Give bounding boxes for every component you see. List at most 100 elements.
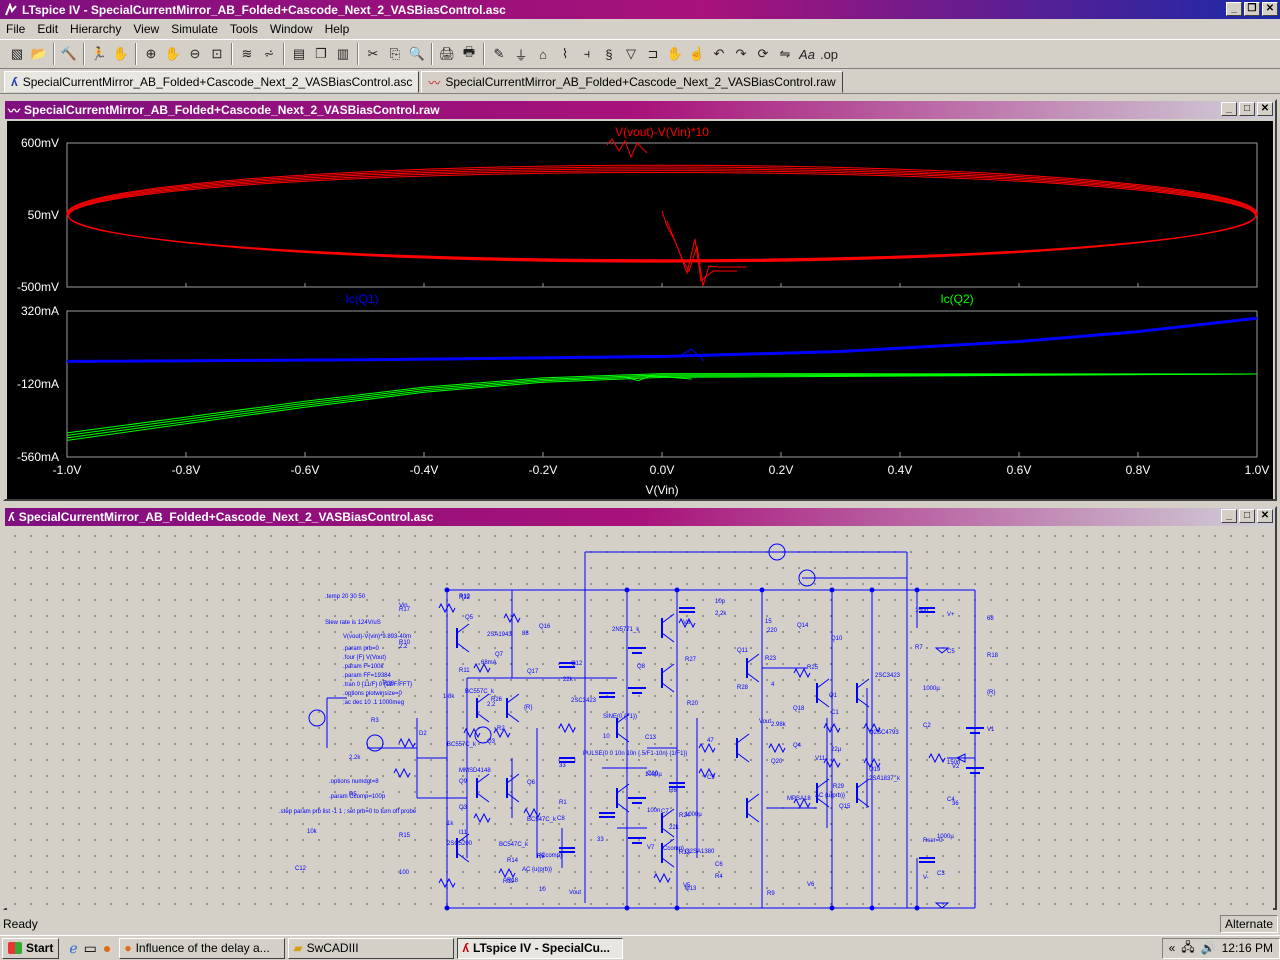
component-label[interactable]: R4	[715, 874, 723, 880]
component-label[interactable]: 10	[539, 887, 546, 893]
component-label[interactable]: Q16	[539, 624, 551, 630]
component-label[interactable]: R27	[685, 657, 697, 663]
component-label[interactable]: 10p	[715, 599, 726, 605]
component-label[interactable]: 10	[603, 734, 610, 740]
component-label[interactable]: MPSA18	[787, 796, 811, 802]
component-label[interactable]: R7	[915, 645, 923, 651]
tab-waveform[interactable]: 〰 SpecialCurrentMirror_AB_Folded+Cascode…	[421, 71, 843, 93]
component-label[interactable]: Q4	[793, 743, 802, 749]
plot-area[interactable]: V(vout)-V(Vin)*10 600mV 50mV -500mV Ic(Q…	[7, 121, 1273, 499]
minimize-button[interactable]: _	[1221, 509, 1237, 523]
component-label[interactable]: BC557C_k	[447, 742, 477, 748]
show-desktop-icon[interactable]: ▭	[84, 940, 97, 957]
close-button[interactable]: ✕	[1257, 102, 1273, 116]
component-label[interactable]: R8	[537, 854, 545, 860]
ground-icon[interactable]: ⏚	[510, 43, 532, 65]
label-net-icon[interactable]: ⌂	[532, 43, 554, 65]
component-label[interactable]: {R}	[987, 690, 995, 696]
capacitor-icon[interactable]: ⫞	[576, 43, 598, 65]
component-label[interactable]: SINE(0 {F1})	[603, 714, 637, 720]
text-icon[interactable]: Aa	[796, 43, 818, 65]
taskbar-item-swcad[interactable]: ▰ SwCADIII	[288, 937, 455, 959]
component-label[interactable]: 47	[707, 738, 714, 744]
halt-icon[interactable]: ✋	[110, 43, 132, 65]
ie-icon[interactable]: ℯ	[69, 940, 77, 957]
component-label[interactable]: R5	[349, 792, 357, 798]
undo-icon[interactable]: ↶	[708, 43, 730, 65]
component-label[interactable]: Q19	[869, 767, 881, 773]
maximize-button[interactable]: □	[1239, 509, 1255, 523]
autorange-icon[interactable]: ≋	[236, 43, 258, 65]
component-label[interactable]: 4	[771, 682, 775, 688]
component-icon[interactable]: ⊐	[642, 43, 664, 65]
component-label[interactable]: Q6	[527, 780, 536, 786]
zoom-in-icon[interactable]: ⊕	[140, 43, 162, 65]
component-label[interactable]: 22k	[563, 677, 574, 683]
spice-directive[interactable]: .param Ccomp=100p	[329, 794, 386, 800]
component-label[interactable]: 2.2k	[349, 755, 361, 761]
component-label[interactable]: R10	[399, 640, 411, 646]
component-label[interactable]: {R}	[524, 705, 532, 711]
delete-trace-icon[interactable]: ⩫	[258, 43, 280, 65]
pane-2-trace-label-q1[interactable]: Ic(Q1)	[345, 292, 378, 306]
component-label[interactable]: 22k	[669, 825, 680, 831]
component-label[interactable]: R25	[807, 665, 819, 671]
component-label[interactable]: 2SA1837_k	[869, 776, 901, 782]
component-label[interactable]: R2	[497, 726, 505, 732]
component-label[interactable]: 33	[597, 837, 604, 843]
schematic-window[interactable]: ʎ SpecialCurrentMirror_AB_Folded+Cascode…	[3, 506, 1277, 912]
menu-tools[interactable]: Tools	[224, 22, 264, 36]
component-label[interactable]: Q7	[495, 652, 504, 658]
schematic-canvas[interactable]: .temp 20 30 50 Slew rate is 124V/uS V(vout…	[7, 528, 1273, 912]
component-label[interactable]: BC557C_k	[465, 689, 495, 695]
component-label[interactable]: C1	[831, 710, 839, 716]
component-label[interactable]: R16	[383, 681, 395, 687]
component-label[interactable]: 100n	[647, 808, 660, 814]
component-label[interactable]: 68	[987, 616, 994, 622]
component-label[interactable]: Q12	[571, 661, 583, 667]
minimize-button[interactable]: _	[1226, 2, 1242, 16]
component-label[interactable]: 2.2	[487, 702, 496, 708]
pane-1-trace-label[interactable]: V(vout)-V(Vin)*10	[615, 125, 709, 139]
component-label[interactable]: C2	[923, 723, 931, 729]
component-label[interactable]: BC547C_k	[527, 817, 557, 823]
component-label[interactable]: R19	[503, 879, 515, 885]
firefox-icon[interactable]: ●	[103, 940, 111, 957]
menu-help[interactable]: Help	[319, 22, 356, 36]
component-label[interactable]: R14	[507, 858, 519, 864]
zoom-fit-icon[interactable]: ⊡	[206, 43, 228, 65]
cut-icon[interactable]: ✂	[362, 43, 384, 65]
component-label[interactable]: 88	[522, 631, 529, 637]
component-label[interactable]: AC {u(prb)}	[522, 867, 552, 873]
component-label[interactable]: Vout	[759, 719, 771, 725]
open-icon[interactable]: 📂	[28, 43, 50, 65]
component-label[interactable]: V+	[947, 612, 955, 618]
component-label[interactable]: 10k	[307, 829, 318, 835]
control-panel-icon[interactable]: 🔨	[58, 43, 80, 65]
component-label[interactable]: C6	[715, 862, 723, 868]
component-label[interactable]: R11	[459, 668, 470, 674]
spice-directive[interactable]: .options numdgt=8	[329, 779, 379, 785]
component-label[interactable]: C8	[557, 816, 565, 822]
component-label[interactable]: Q9	[459, 779, 468, 785]
spice-directive[interactable]: Slew rate is 124V/uS	[325, 620, 381, 626]
component-label[interactable]: Q15	[839, 804, 851, 810]
component-label[interactable]: 150n	[947, 760, 960, 766]
component-label[interactable]: V1	[987, 727, 995, 733]
component-label[interactable]: C5	[947, 649, 955, 655]
rotate-icon[interactable]: ⟳	[752, 43, 774, 65]
component-label[interactable]: Q3	[459, 805, 468, 811]
tab-schematic[interactable]: ʎ SpecialCurrentMirror_AB_Folded+Cascode…	[4, 71, 420, 93]
component-label[interactable]: Q1	[829, 693, 838, 699]
close-button[interactable]: ✕	[1262, 2, 1278, 16]
component-label[interactable]: R18	[987, 653, 999, 659]
resistor-icon[interactable]: ⌇	[554, 43, 576, 65]
waveform-plot[interactable]: V(vout)-V(Vin)*10 600mV 50mV -500mV Ic(Q…	[7, 121, 1273, 499]
component-label[interactable]: 2SA1943	[487, 632, 512, 638]
component-label[interactable]: Q8	[637, 664, 646, 670]
menu-view[interactable]: View	[127, 22, 165, 36]
component-label[interactable]: 1.8k	[443, 694, 455, 700]
component-label[interactable]: R6	[669, 788, 677, 794]
component-label[interactable]: V5	[683, 883, 691, 889]
minimize-button[interactable]: _	[1221, 102, 1237, 116]
